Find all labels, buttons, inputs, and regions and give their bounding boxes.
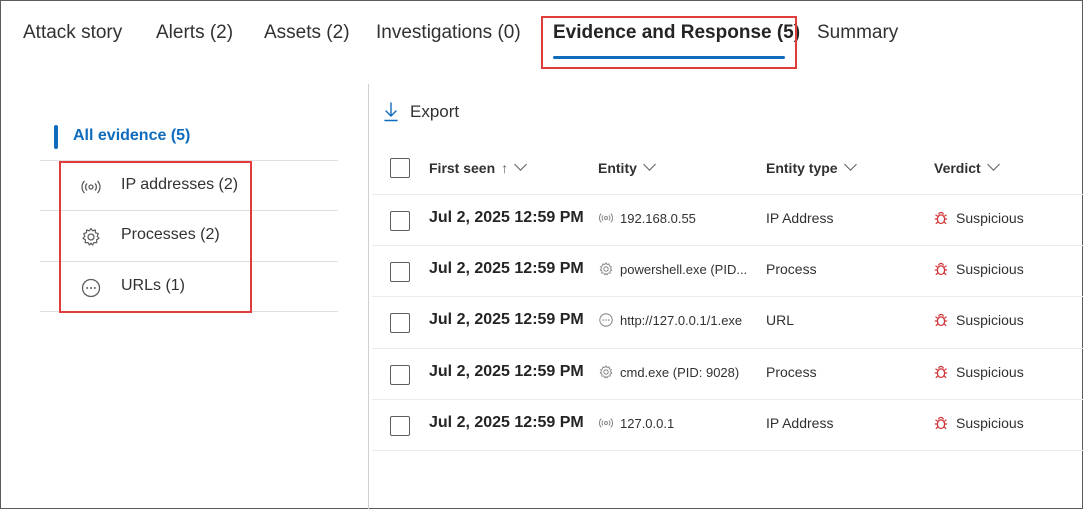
link-icon (81, 278, 101, 298)
first-seen-cell: Jul 2, 2025 12:59 PM (429, 311, 584, 328)
row-checkbox[interactable] (390, 211, 410, 231)
column-header-label: First seen (429, 160, 496, 176)
table-row[interactable]: Jul 2, 2025 12:59 PM cmd.exe (PID: 9028)… (372, 348, 1083, 399)
entity-name: powershell.exe (PID... (620, 262, 748, 277)
entity-type-cell: URL (766, 312, 795, 328)
download-icon (384, 102, 398, 122)
gear-icon (599, 365, 613, 379)
all-evidence-label: All evidence (5) (73, 127, 191, 144)
entity-name: http://127.0.0.1/1.exe (620, 313, 743, 328)
column-header-first-seen[interactable]: First seen ↑ (429, 158, 528, 176)
category-label: URLs (1) (121, 277, 186, 294)
selection-indicator (54, 125, 58, 149)
entity-name: 192.168.0.55 (620, 211, 696, 226)
chevron-down-icon (843, 158, 857, 171)
active-tab-indicator (553, 56, 785, 59)
row-checkbox[interactable] (390, 262, 410, 282)
verdict-label: Suspicious (956, 312, 1024, 328)
entity-type-cell: IP Address (766, 415, 834, 431)
first-seen-cell: Jul 2, 2025 12:59 PM (429, 363, 584, 380)
category-urls[interactable]: URLs (1) (40, 261, 338, 311)
tab-bar: Attack story Alerts (2) Assets (2) Inves… (0, 0, 1083, 72)
table-header: First seen ↑ Entity Entity type Verdict (372, 144, 1083, 192)
entity-cell[interactable]: 192.168.0.55 (598, 210, 758, 226)
chevron-down-icon (643, 158, 656, 171)
column-header-label: Entity type (766, 160, 838, 176)
verdict-cell: Suspicious (934, 210, 1024, 226)
entity-cell[interactable]: http://127.0.0.1/1.exe (598, 312, 758, 328)
verdict-label: Suspicious (956, 415, 1024, 431)
table-row[interactable]: Jul 2, 2025 12:59 PM powershell.exe (PID… (372, 245, 1083, 296)
first-seen-cell: Jul 2, 2025 12:59 PM (429, 260, 584, 277)
column-header-label: Entity (598, 160, 637, 176)
entity-cell[interactable]: powershell.exe (PID... (598, 261, 758, 277)
gear-icon (82, 227, 100, 246)
verdict-cell: Suspicious (934, 312, 1024, 328)
list-divider (40, 311, 338, 312)
column-header-entity[interactable]: Entity (598, 158, 656, 176)
tab-summary[interactable]: Summary (817, 22, 898, 44)
entity-cell[interactable]: 127.0.0.1 (598, 415, 758, 431)
link-icon (599, 313, 613, 327)
category-label: IP addresses (2) (121, 176, 239, 193)
tab-investigations[interactable]: Investigations (0) (376, 22, 521, 44)
tab-alerts[interactable]: Alerts (2) (156, 22, 233, 44)
select-all-checkbox[interactable] (390, 158, 410, 178)
sort-ascending-icon: ↑ (501, 160, 509, 176)
tab-attack-story[interactable]: Attack story (23, 22, 122, 44)
entity-name: 127.0.0.1 (620, 416, 675, 431)
table-row[interactable]: Jul 2, 2025 12:59 PM 127.0.0.1 IP Addres… (372, 399, 1083, 450)
verdict-label: Suspicious (956, 210, 1024, 226)
all-evidence-item[interactable]: All evidence (5) (40, 122, 338, 156)
bug-icon (934, 262, 948, 276)
category-processes[interactable]: Processes (2) (40, 210, 338, 260)
bug-icon (934, 365, 948, 379)
category-label: Processes (2) (121, 226, 220, 243)
row-checkbox[interactable] (390, 365, 410, 385)
first-seen-cell: Jul 2, 2025 12:59 PM (429, 209, 584, 226)
export-label: Export (410, 102, 460, 121)
evidence-category-list: All evidence (5) IP addresses (2) Proces… (40, 84, 340, 324)
entity-name: cmd.exe (PID: 9028) (620, 365, 740, 380)
first-seen-cell: Jul 2, 2025 12:59 PM (429, 414, 584, 431)
tab-evidence-and-response[interactable]: Evidence and Response (5) (553, 22, 800, 44)
verdict-cell: Suspicious (934, 415, 1024, 431)
bug-icon (934, 416, 948, 430)
broadcast-icon (599, 213, 613, 223)
bug-icon (934, 313, 948, 327)
verdict-cell: Suspicious (934, 364, 1024, 380)
broadcast-icon (81, 180, 101, 194)
verdict-cell: Suspicious (934, 261, 1024, 277)
entity-type-cell: Process (766, 364, 817, 380)
bug-icon (934, 211, 948, 225)
entity-type-cell: Process (766, 261, 817, 277)
table-divider (372, 450, 1083, 451)
table-row[interactable]: Jul 2, 2025 12:59 PM http://127.0.0.1/1.… (372, 296, 1083, 347)
pane-divider (368, 84, 369, 509)
verdict-label: Suspicious (956, 364, 1024, 380)
column-header-entity-type[interactable]: Entity type (766, 158, 857, 176)
chevron-down-icon (514, 158, 528, 171)
row-checkbox[interactable] (390, 313, 410, 333)
chevron-down-icon (986, 158, 1000, 171)
gear-icon (599, 262, 613, 276)
column-header-label: Verdict (934, 160, 981, 176)
verdict-label: Suspicious (956, 261, 1024, 277)
entity-type-cell: IP Address (766, 210, 834, 226)
column-header-verdict[interactable]: Verdict (934, 158, 1000, 176)
tab-assets[interactable]: Assets (2) (264, 22, 350, 44)
broadcast-icon (599, 418, 613, 428)
entity-cell[interactable]: cmd.exe (PID: 9028) (598, 364, 758, 380)
row-checkbox[interactable] (390, 416, 410, 436)
category-ip-addresses[interactable]: IP addresses (2) (40, 160, 338, 210)
table-row[interactable]: Jul 2, 2025 12:59 PM 192.168.0.55 IP Add… (372, 194, 1083, 245)
